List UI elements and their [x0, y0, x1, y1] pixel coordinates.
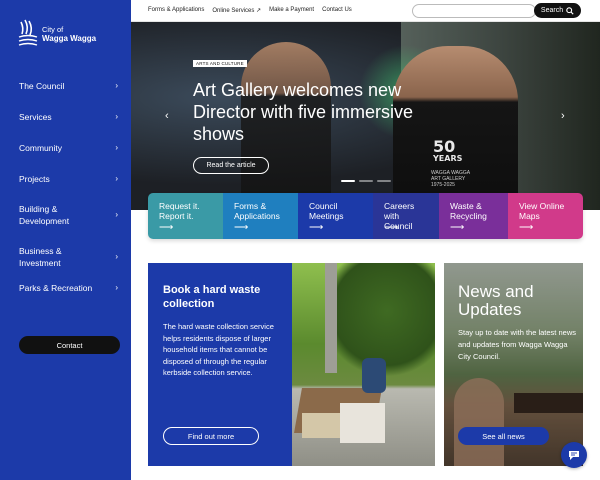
quick-links: Request it. Report it. ⟶ Forms & Applica…	[148, 193, 583, 239]
carousel-dot-2[interactable]	[359, 180, 373, 182]
photo-waste-pile	[302, 413, 340, 438]
hard-waste-content: Book a hard waste collection The hard wa…	[148, 263, 292, 466]
hero-shirt-word: YEARS	[433, 154, 463, 163]
news-body: Stay up to date with the latest news and…	[458, 328, 576, 361]
tile-label: Council Meetings	[309, 201, 344, 221]
chevron-right-icon: ›	[115, 80, 118, 90]
arrow-right-icon: ⟶	[159, 222, 174, 233]
hero-shirt-sub: WAGGA WAGGA ART GALLERY 1975-2025	[431, 170, 470, 188]
hard-waste-photo	[292, 263, 435, 466]
main-nav: The Council › Services › Community › Pro…	[0, 70, 131, 298]
hero-shirt-text: 50 YEARS	[433, 137, 463, 164]
logo-line-2: Wagga Wagga	[42, 34, 97, 43]
tile-careers[interactable]: Careers with Council ⟶	[373, 193, 439, 239]
search-input[interactable]	[412, 4, 536, 18]
hero-category-tag: ARTS AND CULTURE	[193, 60, 247, 67]
link-forms-applications[interactable]: Forms & Applications	[148, 7, 204, 14]
chat-button[interactable]	[561, 442, 587, 468]
carousel-prev-arrow-icon[interactable]: ‹	[165, 110, 169, 122]
nav-item-projects[interactable]: Projects ›	[0, 163, 131, 194]
nav-item-label: Business & Investment	[19, 246, 62, 268]
nav-item-label: Building & Development	[19, 204, 70, 226]
carousel-dot-1[interactable]	[341, 180, 355, 182]
nav-item-label: The Council	[19, 80, 65, 91]
tile-waste-recycling[interactable]: Waste & Recycling ⟶	[439, 193, 508, 239]
photo-pole	[325, 263, 337, 373]
tile-online-maps[interactable]: View Online Maps ⟶	[508, 193, 583, 239]
sidebar: City of Wagga Wagga The Council › Servic…	[0, 0, 131, 480]
hero-carousel: 50 YEARS WAGGA WAGGA ART GALLERY 1975-20…	[131, 22, 600, 210]
news-title: News and Updates	[458, 282, 534, 319]
tile-label: View Online Maps	[519, 201, 565, 221]
logo-text: City of Wagga Wagga	[42, 25, 96, 43]
chevron-right-icon: ›	[115, 111, 118, 121]
logo-line-1: City of	[42, 25, 64, 34]
nav-item-building-development[interactable]: Building & Development ›	[0, 194, 131, 236]
hero-shirt-number: 50	[433, 137, 456, 156]
chevron-right-icon: ›	[115, 210, 118, 219]
tile-label: Waste & Recycling	[450, 201, 487, 221]
nav-item-label: Services	[19, 111, 52, 122]
hard-waste-body: The hard waste collection service helps …	[163, 322, 274, 377]
carousel-next-arrow-icon[interactable]: ›	[561, 110, 565, 122]
site-logo[interactable]: City of Wagga Wagga	[18, 18, 96, 50]
tile-label: Request it. Report it.	[159, 201, 200, 221]
nav-item-the-council[interactable]: The Council ›	[0, 70, 131, 101]
find-out-more-button[interactable]: Find out more	[163, 427, 259, 445]
hard-waste-title: Book a hard waste collection	[163, 284, 261, 310]
tile-forms-applications[interactable]: Forms & Applications ⟶	[223, 193, 298, 239]
nav-item-community[interactable]: Community ›	[0, 132, 131, 163]
nav-item-services[interactable]: Services ›	[0, 101, 131, 132]
hero-title: Art Gallery welcomes new Director with f…	[193, 80, 414, 144]
tile-council-meetings[interactable]: Council Meetings ⟶	[298, 193, 373, 239]
chat-icon	[569, 451, 579, 460]
read-article-button[interactable]: Read the article	[193, 157, 269, 174]
arrow-right-icon: ⟶	[519, 222, 534, 233]
wagga-logo-icon	[18, 19, 38, 46]
nav-item-business-investment[interactable]: Business & Investment ›	[0, 236, 131, 278]
carousel-dot-3[interactable]	[377, 180, 391, 182]
link-online-services[interactable]: Online Services ↗	[212, 7, 261, 14]
search-button[interactable]: Search	[534, 3, 581, 18]
chevron-right-icon: ›	[115, 173, 118, 183]
chevron-right-icon: ›	[115, 252, 118, 261]
nav-item-label: Parks & Recreation	[19, 283, 93, 293]
nav-item-parks-recreation[interactable]: Parks & Recreation ›	[0, 278, 131, 298]
contact-button[interactable]: Contact	[19, 336, 120, 354]
top-bar: Forms & Applications Online Services ↗ M…	[131, 0, 600, 22]
photo-waste-chair	[362, 358, 386, 393]
carousel-dots	[341, 180, 391, 182]
photo-waste-pile	[340, 403, 385, 443]
search-icon	[566, 6, 574, 15]
news-card: News and Updates Stay up to date with th…	[444, 263, 583, 466]
nav-item-label: Projects	[19, 173, 50, 184]
utility-links: Forms & Applications Online Services ↗ M…	[148, 7, 352, 14]
arrow-right-icon: ⟶	[309, 222, 324, 233]
see-all-news-button[interactable]: See all news	[458, 427, 549, 445]
arrow-right-icon: ⟶	[234, 222, 249, 233]
tile-request-report[interactable]: Request it. Report it. ⟶	[148, 193, 223, 239]
chevron-right-icon: ›	[115, 142, 118, 152]
hard-waste-card: Book a hard waste collection The hard wa…	[148, 263, 435, 466]
arrow-right-icon: ⟶	[384, 222, 399, 233]
link-make-payment[interactable]: Make a Payment	[269, 7, 314, 14]
link-contact-us[interactable]: Contact Us	[322, 7, 352, 14]
tile-label: Forms & Applications	[234, 201, 280, 221]
search-button-label: Search	[540, 7, 564, 14]
arrow-right-icon: ⟶	[450, 222, 465, 233]
chevron-right-icon: ›	[115, 283, 118, 292]
nav-item-label: Community	[19, 142, 62, 153]
